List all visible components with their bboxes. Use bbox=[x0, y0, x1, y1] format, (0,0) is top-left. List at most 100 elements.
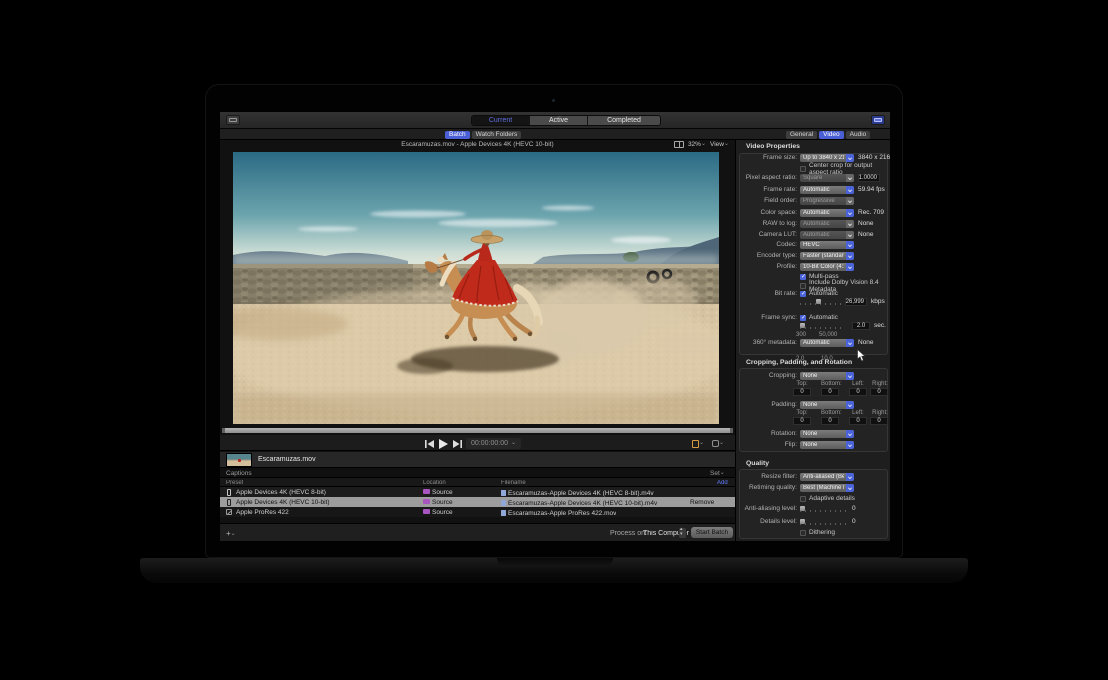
camera-lut-dropdown[interactable]: Automatic bbox=[800, 231, 854, 239]
caption-icon bbox=[712, 440, 719, 447]
frame-sync-slider[interactable] bbox=[800, 322, 842, 329]
raw-to-log-dropdown[interactable]: Automatic bbox=[800, 220, 854, 228]
crop-left-label: Left: bbox=[849, 381, 867, 387]
flip-dropdown[interactable]: None bbox=[800, 441, 854, 449]
tab-active[interactable]: Active bbox=[530, 116, 588, 125]
pixel-aspect-dropdown[interactable]: Square bbox=[800, 174, 854, 182]
inspector-tab-audio[interactable]: Audio bbox=[846, 131, 871, 139]
crop-bottom-label: Bottom: bbox=[821, 381, 839, 387]
cropping-dropdown[interactable]: None bbox=[800, 372, 854, 380]
pixel-aspect-field[interactable]: 1.0000 bbox=[858, 174, 880, 182]
add-job-button[interactable]: + bbox=[226, 529, 236, 538]
pad-top-field[interactable]: 0 bbox=[793, 417, 811, 425]
scrub-handle-right[interactable] bbox=[730, 428, 733, 433]
frame-sync-field[interactable]: 2.0 bbox=[852, 322, 870, 330]
preset-name: Apple Devices 4K (HEVC 8-bit) bbox=[236, 489, 326, 496]
remove-output-link[interactable]: Remove bbox=[690, 499, 714, 506]
captions-label: Captions bbox=[226, 470, 252, 477]
metadata-360-dropdown[interactable]: Automatic bbox=[800, 339, 854, 347]
crop-top-field[interactable]: 0 bbox=[793, 388, 811, 396]
slider-thumb[interactable] bbox=[800, 506, 805, 512]
slider-thumb[interactable] bbox=[816, 299, 821, 305]
view-dropdown[interactable]: View bbox=[710, 141, 729, 148]
bit-rate-slider[interactable] bbox=[800, 298, 842, 305]
cropping-label: Cropping: bbox=[738, 372, 797, 379]
slider-thumb[interactable] bbox=[800, 519, 805, 525]
crop-right-field[interactable]: 0 bbox=[870, 388, 888, 396]
adaptive-details-checkbox[interactable] bbox=[800, 496, 806, 502]
rotation-dropdown[interactable]: None bbox=[800, 430, 854, 438]
timeline-scrubber[interactable] bbox=[222, 428, 733, 433]
tab-watch-folders[interactable]: Watch Folders bbox=[472, 131, 522, 139]
column-location: Location bbox=[423, 480, 446, 486]
frame-sync-auto-checkbox[interactable] bbox=[800, 315, 806, 321]
color-space-dropdown[interactable]: Automatic bbox=[800, 209, 854, 217]
next-frame-button[interactable] bbox=[451, 439, 463, 448]
field-order-dropdown[interactable]: Progressive bbox=[800, 197, 854, 205]
tab-batch[interactable]: Batch bbox=[445, 131, 470, 139]
tab-completed[interactable]: Completed bbox=[588, 116, 660, 125]
pad-top-label: Top: bbox=[793, 410, 811, 416]
frame-size-dropdown[interactable]: Up to 3840 x 2160 bbox=[800, 154, 854, 162]
retiming-quality-dropdown[interactable]: Best (Machine Learni… bbox=[800, 484, 854, 492]
captions-set-dropdown[interactable]: Set bbox=[710, 470, 725, 477]
view-mode-tabs: Current Active Completed bbox=[471, 115, 661, 126]
encoder-type-dropdown[interactable]: Faster (standard qua… bbox=[800, 252, 854, 260]
inspector-tab-video[interactable]: Video bbox=[819, 131, 844, 139]
inspector-tab-general[interactable]: General bbox=[786, 131, 817, 139]
pad-right-field[interactable]: 0 bbox=[870, 417, 888, 425]
folder-icon bbox=[423, 509, 430, 514]
crop-bottom-field[interactable]: 0 bbox=[821, 388, 839, 396]
device-icon bbox=[227, 499, 231, 506]
padding-dropdown[interactable]: None bbox=[800, 401, 854, 409]
filename-cell: Escaramuzas-Apple Devices 4K (HEVC 10-bi… bbox=[501, 499, 657, 507]
padding-label: Padding: bbox=[738, 401, 797, 408]
scrub-handle-left[interactable] bbox=[222, 428, 225, 433]
file-icon bbox=[501, 510, 506, 516]
chevron-down-icon bbox=[511, 440, 516, 447]
captions-row[interactable]: Captions Set bbox=[220, 468, 735, 478]
pad-right-label: Right: bbox=[871, 410, 889, 416]
sidebar-toggle-button[interactable] bbox=[226, 115, 240, 125]
frame-sync-unit: sec. bbox=[874, 322, 886, 329]
column-filename: Filename bbox=[501, 480, 526, 486]
add-output-link[interactable]: Add bbox=[717, 480, 728, 486]
output-row[interactable]: Apple Devices 4K (HEVC 8-bit) Source Esc… bbox=[220, 487, 735, 497]
marker-button[interactable] bbox=[692, 439, 704, 448]
pad-left-field[interactable]: 0 bbox=[849, 417, 867, 425]
output-row-selected[interactable]: Apple Devices 4K (HEVC 10-bit) Source Es… bbox=[220, 497, 735, 507]
play-button[interactable] bbox=[437, 439, 449, 448]
bit-rate-field[interactable]: 26,999 bbox=[845, 298, 867, 306]
anti-aliasing-slider[interactable] bbox=[800, 505, 848, 512]
preset-name: Apple Devices 4K (HEVC 10-bit) bbox=[236, 499, 330, 506]
chevron-down-icon bbox=[720, 470, 725, 477]
profile-dropdown[interactable]: 10-Bit Color (4:2:0) bbox=[800, 263, 854, 271]
dithering-checkbox[interactable] bbox=[800, 530, 806, 536]
zoom-level-dropdown[interactable]: 32% bbox=[688, 141, 706, 148]
previous-frame-button[interactable] bbox=[423, 439, 435, 448]
codec-dropdown[interactable]: HEVC bbox=[800, 241, 854, 249]
dolby-vision-checkbox[interactable] bbox=[800, 283, 806, 289]
center-crop-checkbox[interactable] bbox=[800, 166, 806, 172]
pad-bottom-field[interactable]: 0 bbox=[821, 417, 839, 425]
details-level-slider[interactable] bbox=[800, 518, 848, 525]
output-row[interactable]: Apple ProRes 422 Source Escaramuzas-Appl… bbox=[220, 507, 735, 517]
process-on-stepper[interactable] bbox=[679, 528, 686, 538]
inspector-toggle-button[interactable] bbox=[871, 115, 885, 125]
tab-current[interactable]: Current bbox=[472, 116, 530, 125]
caption-overlay-button[interactable] bbox=[712, 439, 724, 448]
frame-rate-dropdown[interactable]: Automatic bbox=[800, 186, 854, 194]
crop-left-field[interactable]: 0 bbox=[849, 388, 867, 396]
retiming-quality-label: Retiming quality: bbox=[738, 484, 797, 491]
timecode-display[interactable]: 00:00:00:00 bbox=[466, 438, 521, 449]
start-batch-button[interactable]: Start Batch bbox=[691, 527, 733, 538]
split-view-icon[interactable] bbox=[674, 141, 684, 148]
marker-icon bbox=[692, 440, 699, 448]
chevron-down-icon bbox=[724, 141, 729, 148]
bit-rate-auto-checkbox[interactable] bbox=[800, 291, 806, 297]
batch-item-thumbnail bbox=[226, 453, 252, 467]
resize-filter-dropdown[interactable]: Anti-aliased (Best) bbox=[800, 473, 854, 481]
slider-thumb[interactable] bbox=[800, 323, 805, 329]
preview-title: Escaramuzas.mov - Apple Devices 4K (HEVC… bbox=[220, 141, 735, 148]
batch-item-header[interactable]: Escaramuzas.mov bbox=[220, 452, 735, 468]
